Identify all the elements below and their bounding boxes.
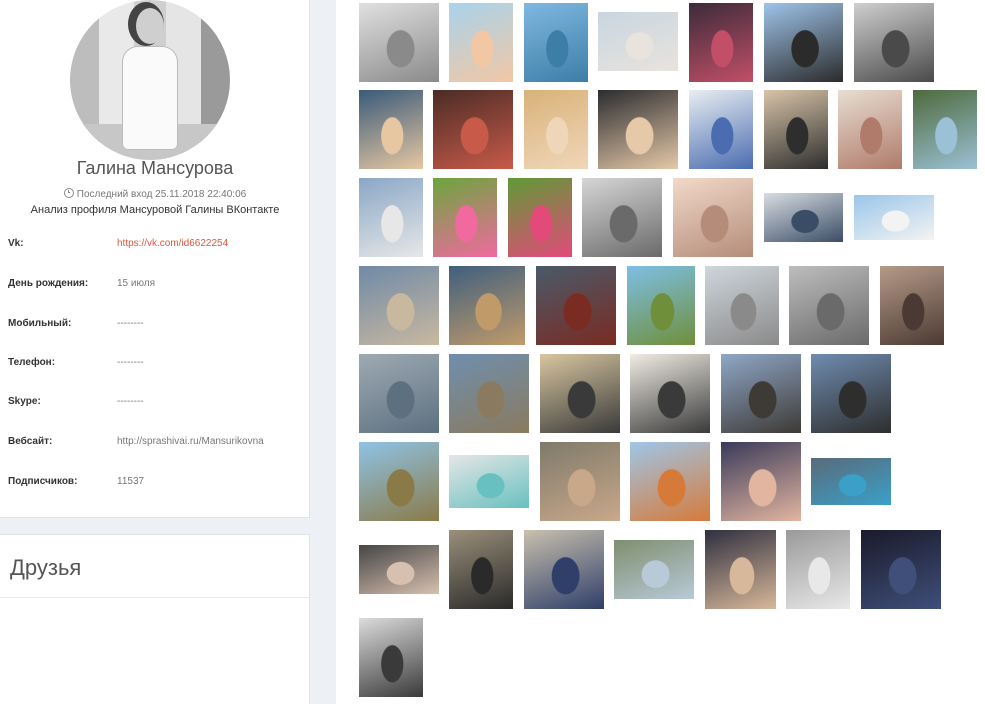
- photo-thumbnail[interactable]: [524, 3, 588, 82]
- photo-grid: [336, 0, 985, 704]
- photo-thumbnail[interactable]: [359, 90, 423, 169]
- photo-thumbnail[interactable]: [449, 266, 525, 345]
- photo-thumbnail[interactable]: [673, 178, 753, 257]
- photo-thumbnail[interactable]: [433, 90, 513, 169]
- photo-thumbnail[interactable]: [721, 354, 801, 433]
- photo-thumbnail[interactable]: [598, 12, 678, 71]
- photo-thumbnail[interactable]: [359, 545, 439, 594]
- avatar-figure: [122, 46, 178, 150]
- photo-thumbnail[interactable]: [582, 178, 662, 257]
- photo-thumbnail[interactable]: [627, 266, 695, 345]
- photo-thumbnail[interactable]: [838, 90, 902, 169]
- photo-thumbnail[interactable]: [433, 178, 497, 257]
- photo-thumbnail[interactable]: [598, 90, 678, 169]
- photo-thumbnail[interactable]: [764, 90, 828, 169]
- avatar-head: [136, 8, 164, 44]
- profile-name: Галина Мансурова: [76, 158, 234, 178]
- photo-thumbnail[interactable]: [854, 195, 934, 240]
- info-value: http://sprashivai.ru/Mansurikovna: [117, 436, 264, 447]
- photo-thumbnail[interactable]: [614, 540, 694, 599]
- photo-thumbnail[interactable]: [811, 458, 891, 505]
- photo-thumbnail[interactable]: [449, 455, 529, 508]
- info-label: Подписчиков:: [8, 476, 78, 487]
- photo-thumbnail[interactable]: [508, 178, 572, 257]
- photo-thumbnail[interactable]: [540, 442, 620, 521]
- photo-thumbnail[interactable]: [630, 354, 710, 433]
- friends-card: Друзья: [0, 534, 310, 704]
- analysis-caption: Анализ профиля Мансуровой Галины ВКонтак…: [30, 204, 280, 216]
- photo-thumbnail[interactable]: [536, 266, 616, 345]
- last-seen: Последний вход 25.11.2018 22:40:06: [0, 188, 310, 200]
- photo-thumbnail[interactable]: [689, 90, 753, 169]
- photo-thumbnail[interactable]: [705, 266, 779, 345]
- friends-title: Друзья: [10, 555, 82, 580]
- photo-thumbnail[interactable]: [359, 266, 439, 345]
- last-seen-text: Последний вход 25.11.2018 22:40:06: [76, 189, 247, 200]
- info-value: --------: [117, 396, 144, 407]
- photo-thumbnail[interactable]: [359, 354, 439, 433]
- photo-thumbnail[interactable]: [721, 442, 801, 521]
- photo-thumbnail[interactable]: [524, 90, 588, 169]
- photo-thumbnail[interactable]: [359, 442, 439, 521]
- photo-thumbnail[interactable]: [540, 354, 620, 433]
- info-label: Skype:: [8, 396, 41, 407]
- photo-thumbnail[interactable]: [854, 3, 934, 82]
- info-label: Мобильный:: [8, 318, 72, 329]
- info-value: --------: [117, 318, 144, 329]
- photo-thumbnail[interactable]: [359, 178, 423, 257]
- photo-thumbnail[interactable]: [789, 266, 869, 345]
- info-label: Телефон:: [8, 357, 56, 368]
- info-value: --------: [117, 357, 144, 368]
- info-value: 11537: [117, 476, 145, 487]
- divider: [0, 597, 309, 598]
- info-label: Vk:: [8, 238, 24, 249]
- photo-thumbnail[interactable]: [861, 530, 941, 609]
- photo-thumbnail[interactable]: [764, 193, 843, 242]
- photo-thumbnail[interactable]: [764, 3, 843, 82]
- photo-thumbnail[interactable]: [880, 266, 944, 345]
- photo-thumbnail[interactable]: [689, 3, 753, 82]
- photo-thumbnail[interactable]: [359, 3, 439, 82]
- clock-icon: [63, 188, 74, 198]
- profile-card: Галина Мансурова Последний вход 25.11.20…: [0, 0, 310, 518]
- photo-thumbnail[interactable]: [705, 530, 776, 609]
- photo-thumbnail[interactable]: [811, 354, 891, 433]
- photo-thumbnail[interactable]: [449, 354, 529, 433]
- info-label: Вебсайт:: [8, 436, 53, 447]
- info-value: 15 июля: [117, 278, 156, 289]
- photo-thumbnail[interactable]: [913, 90, 977, 169]
- photo-thumbnail[interactable]: [449, 3, 513, 82]
- photo-thumbnail[interactable]: [449, 530, 513, 609]
- info-label: День рождения:: [8, 278, 89, 289]
- photo-thumbnail[interactable]: [786, 530, 850, 609]
- photo-thumbnail[interactable]: [524, 530, 604, 609]
- avatar[interactable]: [70, 0, 230, 160]
- photo-thumbnail[interactable]: [630, 442, 710, 521]
- photo-thumbnail[interactable]: [359, 618, 423, 697]
- vk-profile-link[interactable]: https://vk.com/id6622254: [117, 238, 297, 249]
